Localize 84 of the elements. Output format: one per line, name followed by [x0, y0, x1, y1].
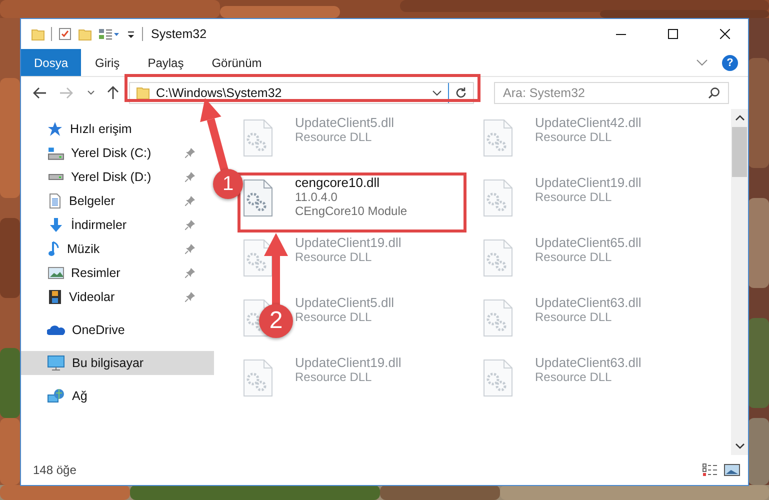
file-detail: Resource DLL	[295, 370, 373, 384]
file-detail: Resource DLL	[535, 190, 613, 204]
sidebar-label: Ağ	[72, 389, 88, 403]
dll-file-icon[interactable]	[243, 239, 273, 277]
scroll-up-icon[interactable]	[734, 115, 744, 121]
cloud-icon	[47, 324, 65, 336]
sidebar-item[interactable]: Resimler	[21, 261, 199, 285]
star-icon	[47, 121, 63, 137]
search-icon[interactable]	[708, 87, 720, 99]
item-count: 148 öğe	[33, 463, 76, 477]
file-detail: Resource DLL	[295, 130, 373, 144]
sidebar-label: Videolar	[69, 290, 115, 304]
file-detail: CEngCore10 Module	[295, 204, 408, 218]
pin-icon[interactable]	[185, 268, 195, 278]
scrollbar[interactable]	[731, 109, 748, 455]
recent-caret-icon[interactable]	[87, 90, 95, 96]
folder-icon[interactable]	[78, 27, 92, 41]
film-icon	[48, 289, 62, 305]
sidebar-label: Müzik	[67, 242, 100, 256]
ribbon-tab[interactable]: Paylaş	[134, 49, 198, 76]
download-arrow-icon	[48, 217, 64, 233]
file-name[interactable]: cengcore10.dll	[295, 175, 408, 190]
help-icon[interactable]: ?	[722, 54, 738, 70]
file-detail: Resource DLL	[535, 370, 613, 384]
scroll-down-icon[interactable]	[734, 443, 744, 449]
ribbon-tab[interactable]: Giriş	[81, 49, 134, 76]
sidebar-item[interactable]: Yerel Disk (D:)	[21, 165, 199, 189]
sidebar-item[interactable]: Videolar	[21, 285, 199, 309]
search-field[interactable]: Ara: System32	[494, 82, 729, 104]
sidebar-item[interactable]: Müzik	[21, 237, 199, 261]
file-detail: Resource DLL	[535, 250, 613, 264]
sidebar-item[interactable]: Hızlı erişim	[21, 117, 199, 141]
pin-icon[interactable]	[185, 244, 195, 254]
file-detail: 11.0.4.0	[295, 190, 338, 204]
address-field[interactable]: C:\Windows\System32	[129, 82, 474, 104]
sidebar-label: Bu bilgisayar	[72, 356, 144, 370]
close-icon	[720, 29, 730, 39]
window-title: System32	[151, 27, 207, 41]
drive-icon	[48, 146, 64, 160]
folder-icon[interactable]	[31, 27, 45, 41]
pin-icon[interactable]	[185, 196, 195, 206]
refresh-icon[interactable]	[455, 87, 467, 99]
sidebar-item[interactable]: Belgeler	[21, 189, 199, 213]
sidebar-label: OneDrive	[72, 323, 125, 337]
large-icons-view-icon[interactable]	[724, 463, 740, 477]
checklist-icon[interactable]	[58, 27, 72, 41]
file-detail: Resource DLL	[535, 310, 613, 324]
file-detail: Resource DLL	[535, 130, 613, 144]
address-path: C:\Windows\System32	[156, 86, 283, 100]
pin-icon[interactable]	[185, 148, 195, 158]
sidebar-label: Yerel Disk (C:)	[71, 146, 152, 160]
folder-icon	[136, 86, 150, 100]
sidebar-label: Hızlı erişim	[70, 122, 132, 136]
pin-icon[interactable]	[185, 292, 195, 302]
network-icon	[47, 388, 65, 404]
music-note-icon	[48, 241, 60, 257]
sidebar-item[interactable]: İndirmeler	[21, 213, 199, 237]
ribbon-tab[interactable]: Dosya	[21, 49, 82, 76]
monitor-icon	[47, 355, 65, 371]
sidebar-item[interactable]: Yerel Disk (C:)	[21, 141, 199, 165]
maximize-icon	[668, 29, 678, 39]
file-detail: Resource DLL	[295, 310, 373, 324]
sidebar-label: İndirmeler	[71, 218, 127, 232]
sidebar-label: Yerel Disk (D:)	[71, 170, 152, 184]
sidebar-item[interactable]: Bu bilgisayar	[21, 351, 214, 375]
file-detail: Resource DLL	[295, 250, 373, 264]
up-arrow-icon[interactable]	[107, 86, 119, 100]
scrollbar-thumb[interactable]	[732, 127, 747, 177]
ribbon-tab[interactable]: Görünüm	[198, 49, 276, 76]
details-view-icon[interactable]	[702, 463, 718, 477]
pin-icon[interactable]	[185, 220, 195, 230]
sidebar-item[interactable]: OneDrive	[21, 318, 199, 342]
sidebar-label: Resimler	[71, 266, 120, 280]
pin-icon[interactable]	[185, 172, 195, 182]
properties-icon[interactable]	[98, 27, 120, 41]
drive-icon	[48, 174, 64, 180]
chevron-down-icon[interactable]	[696, 58, 708, 66]
dll-file-icon[interactable]	[243, 179, 273, 217]
back-arrow-icon[interactable]	[33, 87, 47, 99]
document-icon	[48, 193, 62, 209]
dropdown-caret-icon[interactable]	[432, 90, 442, 96]
sidebar-item[interactable]: Ağ	[21, 384, 199, 408]
image-icon	[48, 266, 64, 280]
sidebar-label: Belgeler	[69, 194, 115, 208]
